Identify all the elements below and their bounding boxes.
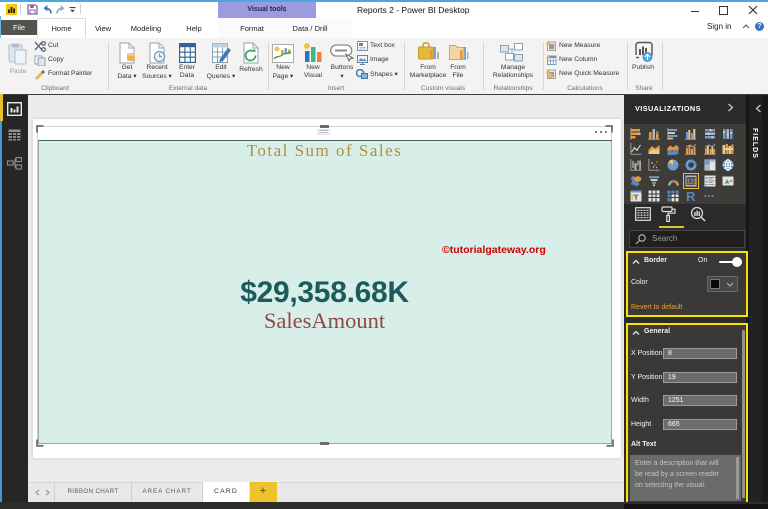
svg-text:123: 123 bbox=[687, 179, 697, 185]
svg-text:R: R bbox=[686, 190, 696, 202]
